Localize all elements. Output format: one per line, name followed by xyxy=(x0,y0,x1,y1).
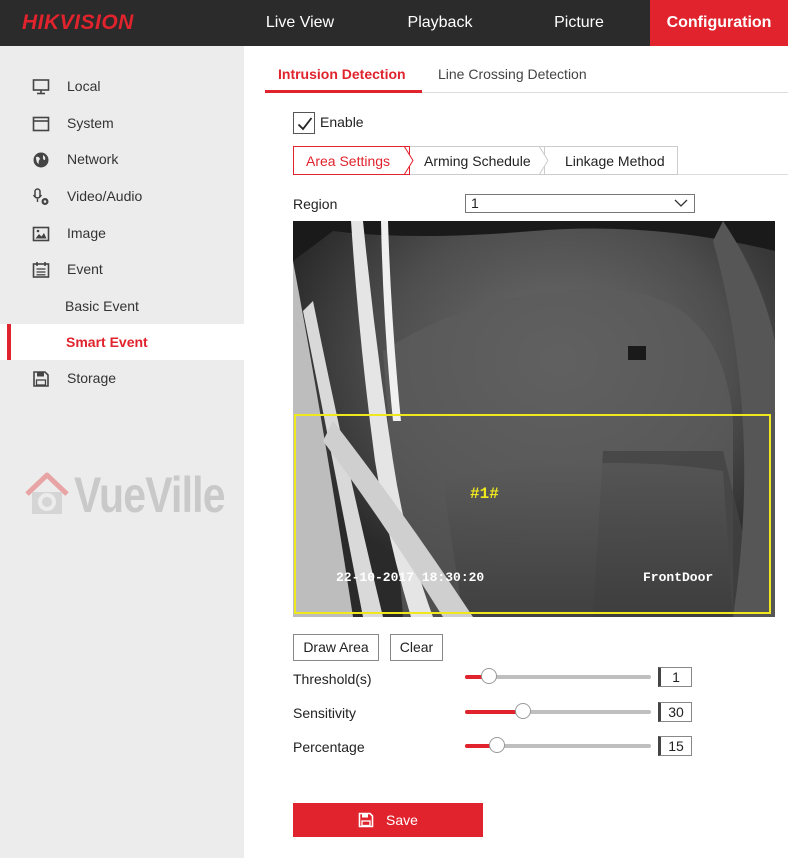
globe-icon xyxy=(33,152,49,168)
sidebar-item-label: Event xyxy=(67,261,103,277)
calendar-icon xyxy=(32,262,50,278)
system-window-icon xyxy=(32,116,50,132)
percentage-slider[interactable] xyxy=(465,737,651,753)
sidebar-item-label: System xyxy=(67,115,114,131)
house-camera-icon xyxy=(25,472,69,514)
sidebar-item-local[interactable]: Local xyxy=(0,70,244,104)
sidebar: Local System Network Video/Audio Image E… xyxy=(0,46,244,858)
osd-timestamp: 22-10-2017 18:30:20 xyxy=(336,570,485,585)
chevron-down-icon xyxy=(674,199,688,207)
top-nav-bar: HIKVISION Live View Playback Picture Con… xyxy=(0,0,788,46)
sensitivity-label: Sensitivity xyxy=(293,705,357,721)
sidebar-item-label: Basic Event xyxy=(65,298,139,314)
nav-playback[interactable]: Playback xyxy=(384,0,496,46)
microphone-camera-icon xyxy=(32,188,49,205)
nav-live-view[interactable]: Live View xyxy=(244,0,356,46)
step-area-settings[interactable]: Area Settings xyxy=(293,146,410,175)
enable-label: Enable xyxy=(320,114,364,130)
sidebar-item-network[interactable]: Network xyxy=(0,143,244,177)
sidebar-item-system[interactable]: System xyxy=(0,107,244,141)
sidebar-item-label: Storage xyxy=(67,370,117,386)
sidebar-item-storage[interactable]: Storage xyxy=(0,362,244,396)
save-button[interactable]: Save xyxy=(293,803,483,837)
slider-thumb[interactable] xyxy=(481,668,497,684)
sidebar-item-label: Video/Audio xyxy=(67,188,143,204)
active-tab-indicator xyxy=(265,90,422,93)
hikvision-logo: HIKVISION xyxy=(22,11,134,34)
slider-thumb[interactable] xyxy=(489,737,505,753)
checkmark-icon xyxy=(297,117,313,131)
nav-configuration[interactable]: Configuration xyxy=(650,0,788,46)
region-label: Region xyxy=(293,196,338,212)
threshold-label: Threshold(s) xyxy=(293,671,372,687)
sidebar-item-event[interactable]: Event xyxy=(0,253,244,287)
osd-camera-name: FrontDoor xyxy=(643,570,714,585)
floppy-disk-icon xyxy=(33,371,49,387)
sensitivity-slider[interactable] xyxy=(465,703,651,719)
sidebar-item-basic-event[interactable]: Basic Event xyxy=(0,290,244,324)
tab-intrusion-detection[interactable]: Intrusion Detection xyxy=(278,66,406,82)
clear-button[interactable]: Clear xyxy=(390,634,443,661)
watermark-text: VueVille xyxy=(74,467,226,523)
draw-area-button[interactable]: Draw Area xyxy=(293,634,379,661)
tab-line-crossing-detection[interactable]: Line Crossing Detection xyxy=(438,66,587,82)
save-label: Save xyxy=(386,812,418,828)
sidebar-item-image[interactable]: Image xyxy=(0,217,244,251)
sidebar-item-video-audio[interactable]: Video/Audio xyxy=(0,180,244,214)
monitor-icon xyxy=(32,79,50,95)
slider-thumb[interactable] xyxy=(515,703,531,719)
floppy-disk-icon xyxy=(358,812,374,828)
enable-checkbox[interactable] xyxy=(293,112,315,134)
sensitivity-value[interactable]: 30 xyxy=(658,702,692,722)
percentage-value[interactable]: 15 xyxy=(658,736,692,756)
region-number-label: #1# xyxy=(470,485,499,503)
sidebar-item-smart-event[interactable]: Smart Event xyxy=(0,324,244,360)
percentage-label: Percentage xyxy=(293,739,365,755)
step-arming-schedule[interactable]: Arming Schedule xyxy=(410,146,545,175)
sidebar-item-label: Network xyxy=(67,151,119,167)
threshold-value[interactable]: 1 xyxy=(658,667,692,687)
sidebar-item-label: Smart Event xyxy=(66,334,148,350)
threshold-slider[interactable] xyxy=(465,668,651,684)
region-value: 1 xyxy=(471,195,479,211)
image-icon xyxy=(32,226,50,242)
step-linkage-method[interactable]: Linkage Method xyxy=(545,146,678,175)
sidebar-item-label: Local xyxy=(67,78,101,94)
sidebar-item-label: Image xyxy=(67,225,106,241)
region-select[interactable]: 1 xyxy=(465,194,695,213)
nav-picture[interactable]: Picture xyxy=(523,0,635,46)
